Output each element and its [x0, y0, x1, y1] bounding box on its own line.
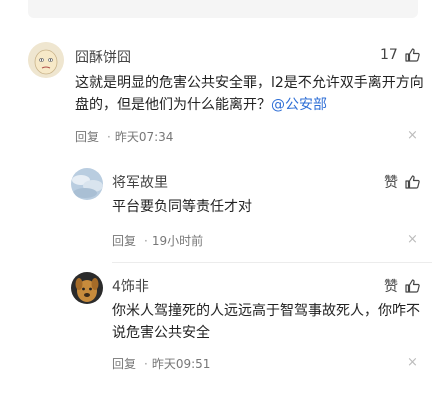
like-button[interactable]: 赞 [384, 172, 420, 192]
like-button[interactable]: 赞 [384, 276, 420, 296]
comment-text: 这就是明显的危害公共安全罪，l2是不允许双手离开方向盘的，但是他们为什么能离开？… [75, 72, 427, 116]
comment-meta: 回复 · 19小时前 [112, 232, 203, 249]
mention-link[interactable]: @公安部 [271, 97, 327, 113]
comment-time: 19小时前 [151, 234, 204, 248]
thumbs-up-icon [405, 48, 420, 62]
reply-button[interactable]: 回复 [112, 232, 136, 249]
comment-text: 平台要负同等责任才对 [112, 199, 252, 215]
comment-time: 昨天07:34 [114, 130, 174, 144]
dog-photo-icon [71, 272, 103, 304]
reply-button[interactable]: 回复 [75, 128, 99, 145]
comment-text: 你米人驾撞死的人远远高于智驾事故死人，你咋不说危害公共安全 [112, 303, 420, 341]
comment-text-main: 这就是明显的危害公共安全罪，l2是不允许双手离开方向盘的，但是他们为什么能离开？ [75, 75, 424, 113]
like-count[interactable]: 17 [380, 47, 420, 63]
thumbs-up-icon [405, 175, 420, 189]
reply-button[interactable]: 回复 [112, 355, 136, 372]
like-label: 赞 [384, 279, 398, 295]
previous-item-box [28, 0, 418, 18]
avatar[interactable] [71, 272, 103, 304]
separator: · [107, 129, 111, 144]
comment-time: 昨天09:51 [151, 357, 211, 371]
sky-photo-icon [71, 168, 103, 200]
close-icon[interactable]: × [407, 355, 418, 370]
close-icon[interactable]: × [407, 128, 418, 143]
comment-meta: 回复 · 昨天09:51 [112, 355, 210, 372]
close-icon[interactable]: × [407, 232, 418, 247]
comment-username[interactable]: 囧酥饼囧 [75, 47, 131, 67]
divider [112, 262, 432, 263]
comment-username[interactable]: 将军故里 [112, 172, 168, 192]
comment-username[interactable]: 4饰非 [112, 276, 149, 296]
like-label: 赞 [384, 175, 398, 191]
thumbs-up-icon [405, 279, 420, 293]
cartoon-face-icon [28, 42, 64, 78]
separator: · [144, 233, 148, 248]
separator: · [144, 356, 148, 371]
comment-meta: 回复 · 昨天07:34 [75, 128, 173, 145]
avatar[interactable] [71, 168, 103, 200]
like-count-value: 17 [380, 47, 398, 63]
avatar[interactable] [28, 42, 64, 78]
